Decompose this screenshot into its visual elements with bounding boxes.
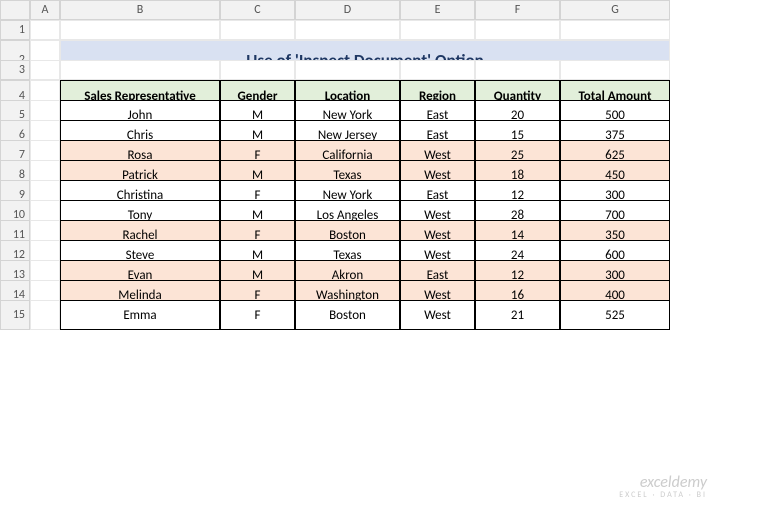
watermark-main: exceldemy: [619, 474, 707, 492]
col-header-C[interactable]: C: [220, 0, 295, 20]
cell-empty: [400, 60, 475, 80]
watermark-sub: EXCEL · DATA · BI: [619, 491, 707, 500]
col-header-D[interactable]: D: [295, 0, 400, 20]
cell-empty: [295, 20, 400, 40]
cell-empty: [295, 60, 400, 80]
cell-empty: [30, 60, 60, 80]
cell-empty: [220, 20, 295, 40]
data-gender: F: [220, 300, 295, 330]
cell-empty: [475, 20, 560, 40]
cell-empty: [560, 20, 670, 40]
data-sales-rep: Emma: [60, 300, 220, 330]
cell-empty: [30, 20, 60, 40]
cell-empty: [475, 60, 560, 80]
data-quantity: 21: [475, 300, 560, 330]
cell-empty: [60, 20, 220, 40]
corner-cell: [0, 0, 30, 20]
data-location: Boston: [295, 300, 400, 330]
row-header-15[interactable]: 15: [0, 300, 30, 330]
cell-empty: [560, 60, 670, 80]
watermark: exceldemy EXCEL · DATA · BI: [619, 474, 707, 500]
col-header-E[interactable]: E: [400, 0, 475, 20]
cell-empty: [400, 20, 475, 40]
col-header-A[interactable]: A: [30, 0, 60, 20]
col-header-B[interactable]: B: [60, 0, 220, 20]
row-header-1[interactable]: 1: [0, 20, 30, 40]
cell-empty: [220, 60, 295, 80]
cell-a15: [30, 300, 60, 330]
row-header-3[interactable]: 3: [0, 60, 30, 80]
data-total-amount: 525: [560, 300, 670, 330]
cell-empty: [60, 60, 220, 80]
col-header-G[interactable]: G: [560, 0, 670, 20]
col-header-F[interactable]: F: [475, 0, 560, 20]
data-region: West: [400, 300, 475, 330]
